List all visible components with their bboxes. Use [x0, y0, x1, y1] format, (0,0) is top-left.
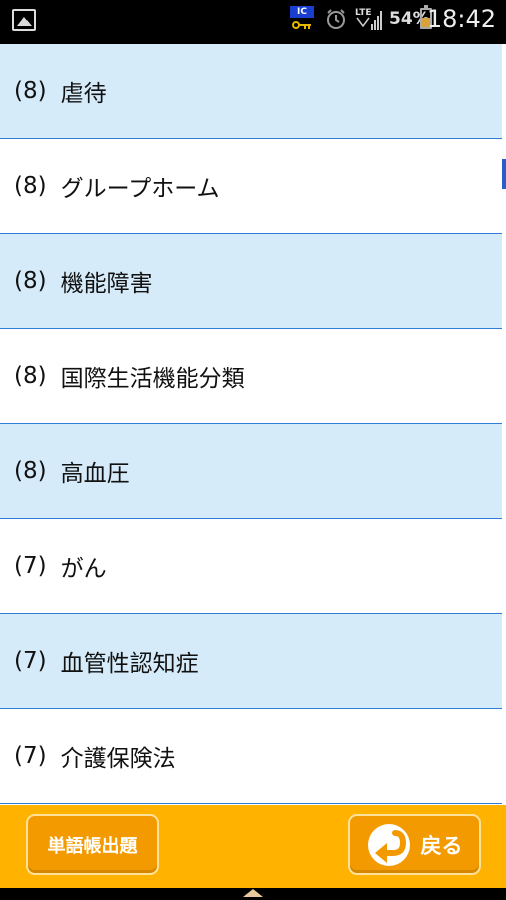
scrollbar-track[interactable] — [502, 44, 506, 805]
back-arrow-icon — [367, 823, 410, 866]
scrollbar-thumb[interactable] — [502, 159, 506, 189]
back-label: 戻る — [420, 833, 463, 858]
term-count: (8) — [14, 458, 47, 484]
term-list[interactable]: (8) 虐待 (8) グループホーム (8) 機能障害 (8) 国際生活機能分類 (8) 高血圧(… — [0, 44, 502, 805]
nav-handle-icon[interactable] — [243, 889, 263, 897]
list-item[interactable]: (8) 国際生活機能分類 — [0, 329, 502, 424]
term-label: 高血圧 — [60, 461, 130, 487]
term-label: 介護保険法 — [60, 746, 176, 772]
network-label: LTE — [355, 8, 372, 18]
term-count: (8) — [14, 78, 47, 104]
term-count: (8) — [14, 173, 47, 199]
list-item[interactable]: (8) 虐待 — [0, 44, 502, 139]
key-icon — [292, 21, 311, 29]
list-item[interactable]: (7) 血管性認知症 — [0, 614, 502, 709]
term-label: グループホーム — [60, 176, 220, 202]
status-bar: IC LTE 54% 18:42 — [0, 0, 506, 44]
term-count: (7) — [14, 648, 47, 674]
bottom-toolbar: 単語帳出題 戻る — [0, 805, 506, 888]
term-count: (7) — [14, 553, 47, 579]
term-count: (8) — [14, 268, 47, 294]
list-item[interactable]: (7) 介護保険法 — [0, 709, 502, 804]
clock: 18:42 — [426, 5, 496, 33]
term-count: (8) — [14, 363, 47, 389]
list-item[interactable]: (8) 高血圧 — [0, 424, 502, 519]
list-item[interactable]: (8) グループホーム — [0, 139, 502, 234]
lte-signal-icon: LTE — [355, 8, 382, 30]
ic-label: IC — [290, 6, 314, 18]
navigation-bar — [0, 888, 506, 900]
term-label: 国際生活機能分類 — [60, 366, 245, 392]
term-count: (7) — [14, 743, 47, 769]
ic-key-icon: IC — [290, 6, 314, 34]
vocab-quiz-label: 単語帳出題 — [47, 835, 138, 857]
list-item[interactable]: (8) 機能障害 — [0, 234, 502, 329]
back-button[interactable]: 戻る — [348, 814, 481, 875]
term-label: 虐待 — [60, 81, 107, 107]
list-item[interactable]: (7) がん — [0, 519, 502, 614]
term-label: 血管性認知症 — [60, 651, 199, 677]
term-label: がん — [60, 556, 107, 582]
vocab-quiz-button[interactable]: 単語帳出題 — [26, 814, 159, 875]
gallery-icon — [12, 9, 36, 31]
term-label: 機能障害 — [60, 271, 153, 297]
alarm-icon — [327, 9, 345, 29]
